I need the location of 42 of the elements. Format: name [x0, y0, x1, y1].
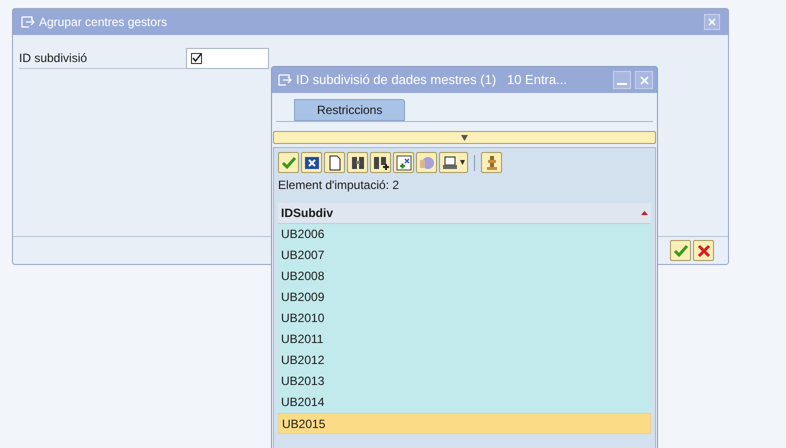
window-icon — [278, 74, 292, 86]
binoculars-icon — [350, 154, 366, 170]
list-row[interactable]: UB2012 — [278, 350, 651, 371]
collapse-icon — [461, 134, 468, 140]
close-icon — [708, 18, 716, 26]
document-icon — [328, 154, 342, 170]
toolbar-button[interactable] — [347, 152, 368, 173]
toolbar-button[interactable] — [370, 152, 391, 173]
list-row[interactable]: UB2008 — [278, 266, 651, 287]
printer-icon — [442, 154, 458, 170]
list-row[interactable]: UB2006 — [278, 224, 651, 245]
checkmark-icon — [672, 244, 688, 258]
sort-ascending-icon — [641, 211, 648, 215]
toolbar-button[interactable] — [324, 152, 345, 173]
close-icon — [640, 76, 648, 84]
list-row[interactable]: UB2009 — [278, 287, 651, 308]
tab[interactable]: Restriccions — [294, 99, 406, 121]
list-row[interactable]: UB2013 — [278, 371, 651, 392]
cancel-button[interactable] — [301, 152, 322, 173]
cancel-button[interactable] — [693, 240, 714, 261]
checkbox-icon — [191, 53, 202, 64]
list-row[interactable]: UB2014 — [278, 392, 651, 413]
list-row[interactable]: UB2010 — [278, 308, 651, 329]
toolbar-button[interactable] — [393, 152, 414, 173]
binoculars-plus-icon — [372, 154, 388, 170]
pin-icon — [484, 154, 498, 170]
list-row[interactable]: UB2011 — [278, 329, 651, 350]
close-icon — [304, 156, 320, 170]
list-row[interactable]: UB2007 — [278, 245, 651, 266]
list-row[interactable]: UB2015 — [278, 413, 651, 434]
window-title: Agrupar centres gestors — [39, 14, 168, 31]
window-icon — [21, 16, 35, 28]
input-field[interactable] — [186, 48, 269, 69]
count-label: Element d'imputació: 2 — [278, 177, 400, 194]
close-icon — [696, 244, 710, 258]
dropdown-icon — [460, 160, 465, 165]
minimize-icon — [617, 83, 627, 85]
confirm-button[interactable] — [670, 240, 691, 261]
checkmark-icon — [280, 156, 296, 170]
window-title: ID subdivisió de dades mestres (1) 10 Entra... — [296, 71, 567, 90]
print-button[interactable] — [439, 152, 468, 173]
column-header[interactable]: IDSubdiv — [281, 204, 334, 222]
